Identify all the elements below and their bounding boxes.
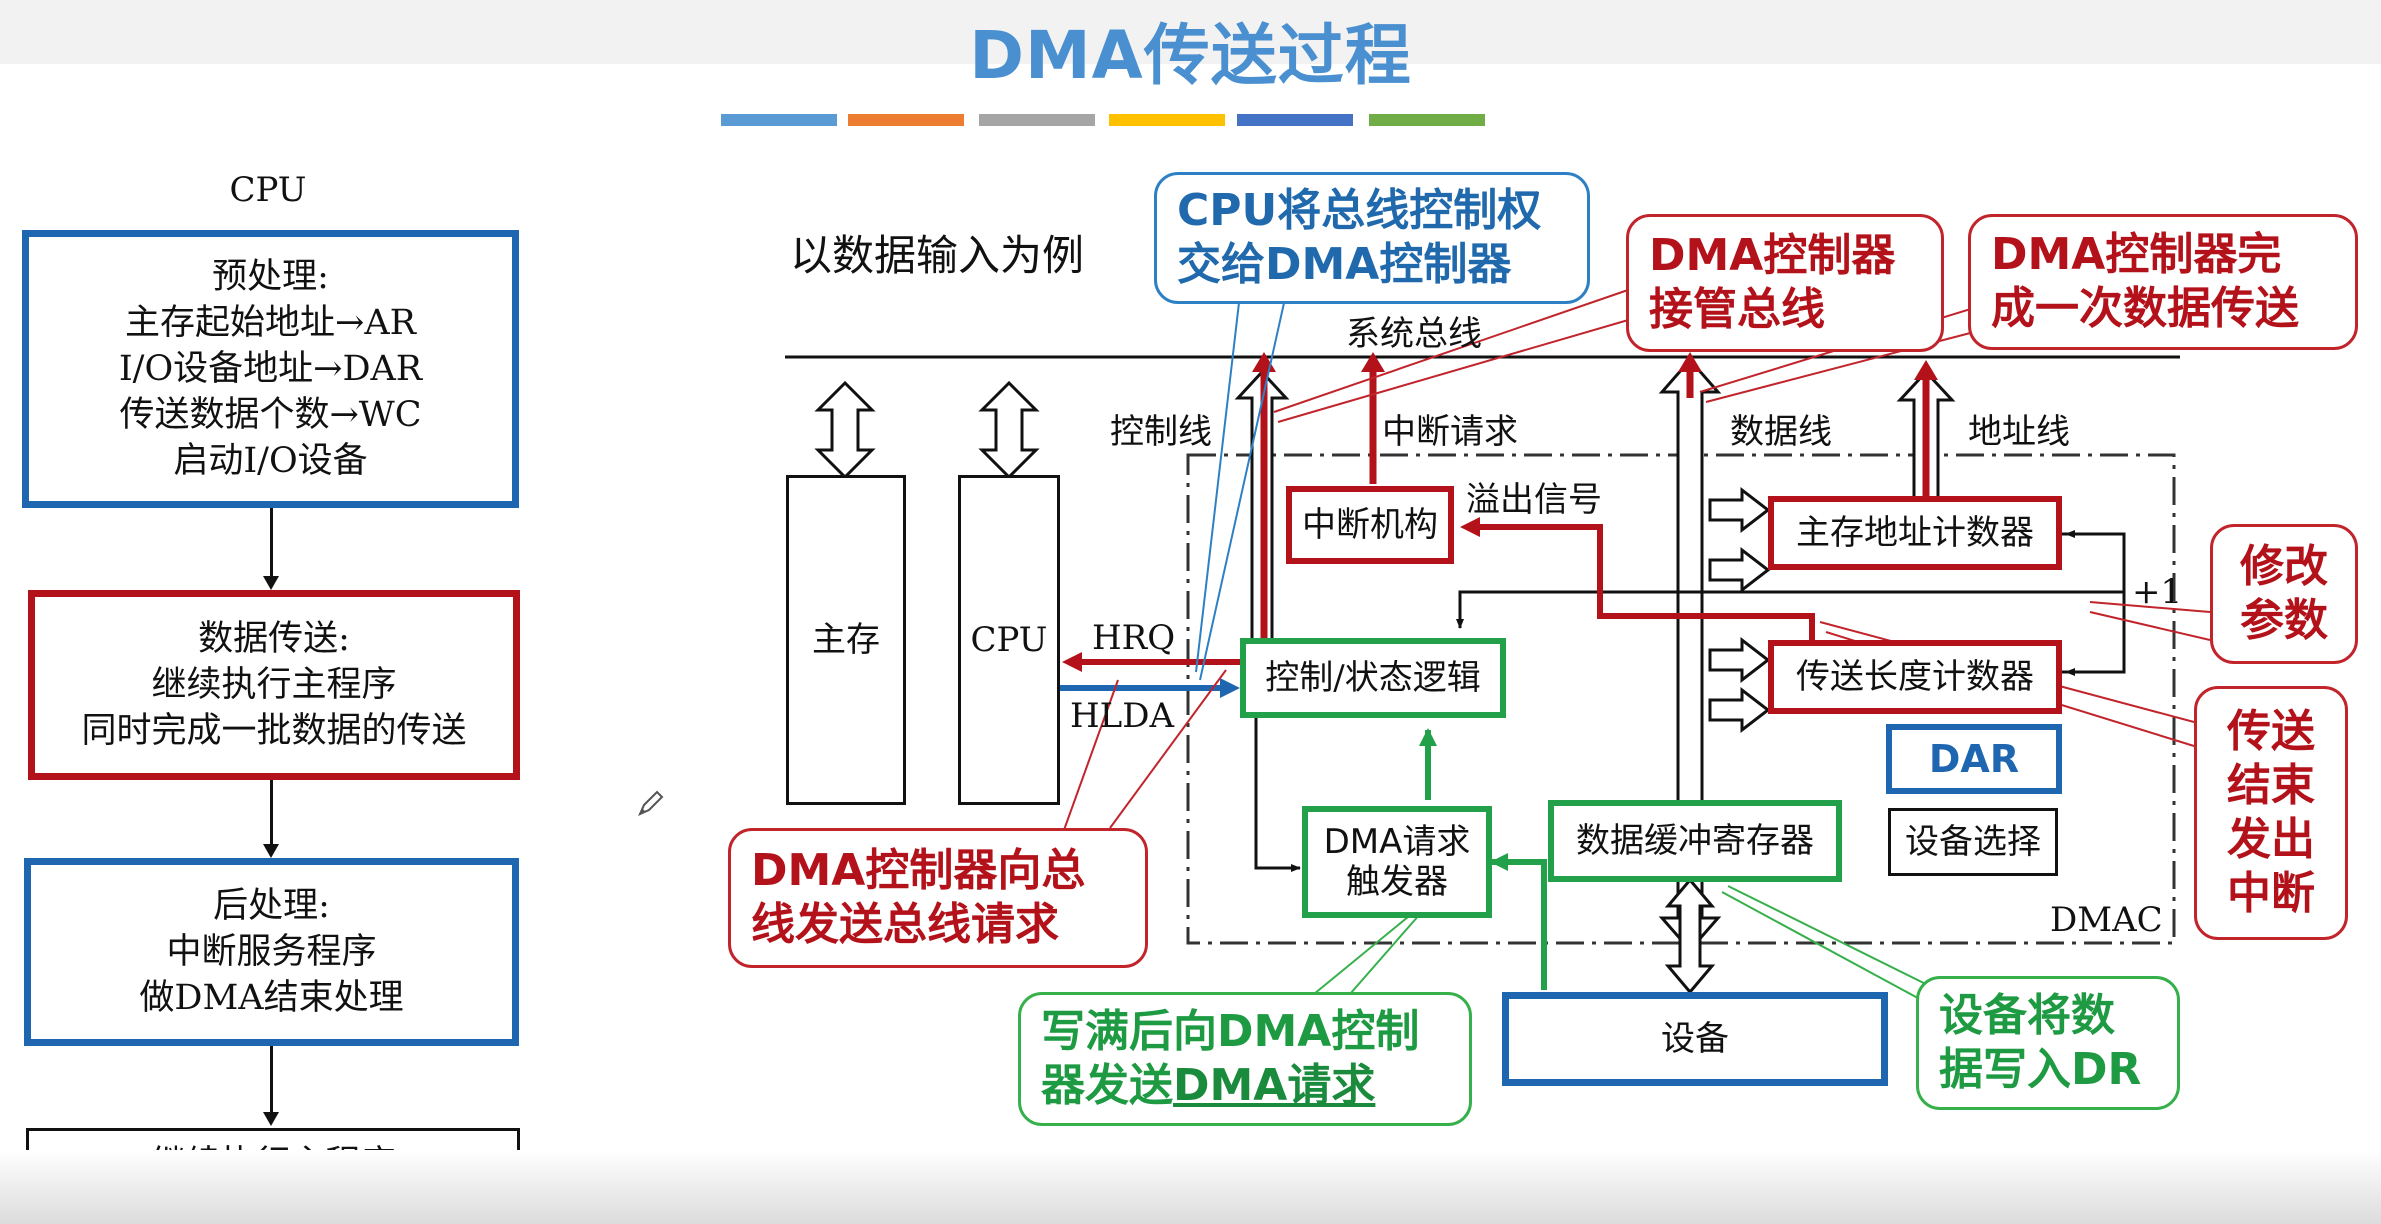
callout-end-interrupt-line-3: 发出	[2227, 814, 2315, 865]
callout-end-interrupt: 传送 结束 发出 中断	[2194, 686, 2348, 940]
dmac-label: DMAC	[2050, 900, 2163, 940]
callout-end-interrupt-line-2: 结束	[2227, 760, 2315, 811]
callout-device-write-line-1: 设备将数	[1939, 990, 2115, 1041]
data-line-label: 数据线	[1730, 412, 1832, 452]
control-status-logic-box: 控制/状态逻辑	[1240, 638, 1506, 718]
address-line-label: 地址线	[1968, 412, 2070, 452]
plus-one-line	[1456, 590, 2124, 629]
callout-end-interrupt-line-4: 中断	[2227, 868, 2315, 919]
interrupt-request-label: 中断请求	[1382, 412, 1518, 452]
dma-request-trigger-box: DMA请求 触发器	[1302, 806, 1492, 918]
callout-dma-take-bus-line-2: 接管总线	[1649, 284, 1825, 335]
callout-write-full-line-2: 器发送DMA请求	[1041, 1059, 1449, 1113]
footer-band	[0, 1150, 2381, 1224]
callout-dma-complete-line-1: DMA控制器完	[1991, 229, 2282, 280]
callout-dma-complete-line-2: 成一次数据传送	[1991, 283, 2299, 334]
dma-trigger-line-1: DMA请求	[1323, 822, 1471, 862]
memory-bus-arrow	[814, 380, 876, 480]
data-buffer-register-box: 数据缓冲寄存器	[1548, 800, 1842, 882]
callout-write-full: 写满后向DMA控制 器发送DMA请求	[1018, 992, 1472, 1126]
callout-modify-params: 修改 参数	[2210, 524, 2358, 664]
hlda-label: HLDA	[1070, 696, 1175, 736]
interrupt-unit-box: 中断机构	[1286, 486, 1454, 564]
cpu-bus-arrow	[978, 380, 1040, 480]
callout-dma-complete: DMA控制器完 成一次数据传送	[1968, 214, 2358, 350]
callout-modify-params-line-1: 修改	[2240, 541, 2328, 592]
address-counter-box: 主存地址计数器	[1768, 496, 2062, 570]
overflow-signal-line	[1476, 524, 1815, 662]
length-counter-input-arrow	[1708, 636, 1771, 684]
dar-box: DAR	[1886, 724, 2062, 794]
main-memory-box: 主存	[786, 475, 906, 805]
device-buffer-arrow	[1664, 877, 1716, 995]
callout-modify-params-line-2: 参数	[2240, 595, 2328, 646]
callout-bus-request-line-1: DMA控制器向总	[751, 845, 1086, 896]
callout-write-full-prefix: 器发送	[1041, 1060, 1173, 1111]
callout-dma-take-bus: DMA控制器 接管总线	[1626, 214, 1944, 352]
length-counter-box: 传送长度计数器	[1768, 640, 2062, 714]
callout-device-write-line-2: 据写入DR	[1939, 1044, 2142, 1095]
dma-trigger-line-2: 触发器	[1346, 862, 1448, 902]
callout-dma-take-bus-line-1: DMA控制器	[1649, 230, 1896, 281]
cpu-box: CPU	[958, 475, 1060, 805]
callout-device-write: 设备将数 据写入DR	[1916, 976, 2180, 1110]
callout-end-interrupt-line-1: 传送	[2227, 706, 2315, 757]
overflow-signal-label: 溢出信号	[1466, 480, 1602, 520]
length-counter-input-arrow-2	[1708, 686, 1771, 734]
plus-one-label: +1	[2132, 572, 2183, 612]
addr-counter-input-arrow	[1708, 486, 1771, 534]
control-line-label: 控制线	[1110, 412, 1212, 452]
addr-counter-input-arrow-2	[1708, 546, 1771, 594]
hrq-label: HRQ	[1092, 618, 1176, 658]
callout-bus-request: DMA控制器向总 线发送总线请求	[728, 828, 1148, 968]
callout-write-full-line-1: 写满后向DMA控制	[1041, 1006, 1420, 1057]
callout-cpu-hand-over: CPU将总线控制权 交给DMA控制器	[1154, 172, 1590, 304]
callout-bus-request-line-2: 线发送总线请求	[751, 899, 1059, 950]
callout-cpu-hand-over-line-1: CPU将总线控制权	[1177, 185, 1542, 236]
device-box: 设备	[1502, 992, 1888, 1086]
device-select-box: 设备选择	[1888, 808, 2058, 876]
callout-cpu-hand-over-line-2: 交给DMA控制器	[1177, 239, 1512, 290]
device-to-trigger-arrow	[1490, 853, 1547, 990]
system-bus-label: 系统总线	[1346, 314, 1482, 354]
callout-write-full-emph: DMA请求	[1173, 1060, 1376, 1111]
